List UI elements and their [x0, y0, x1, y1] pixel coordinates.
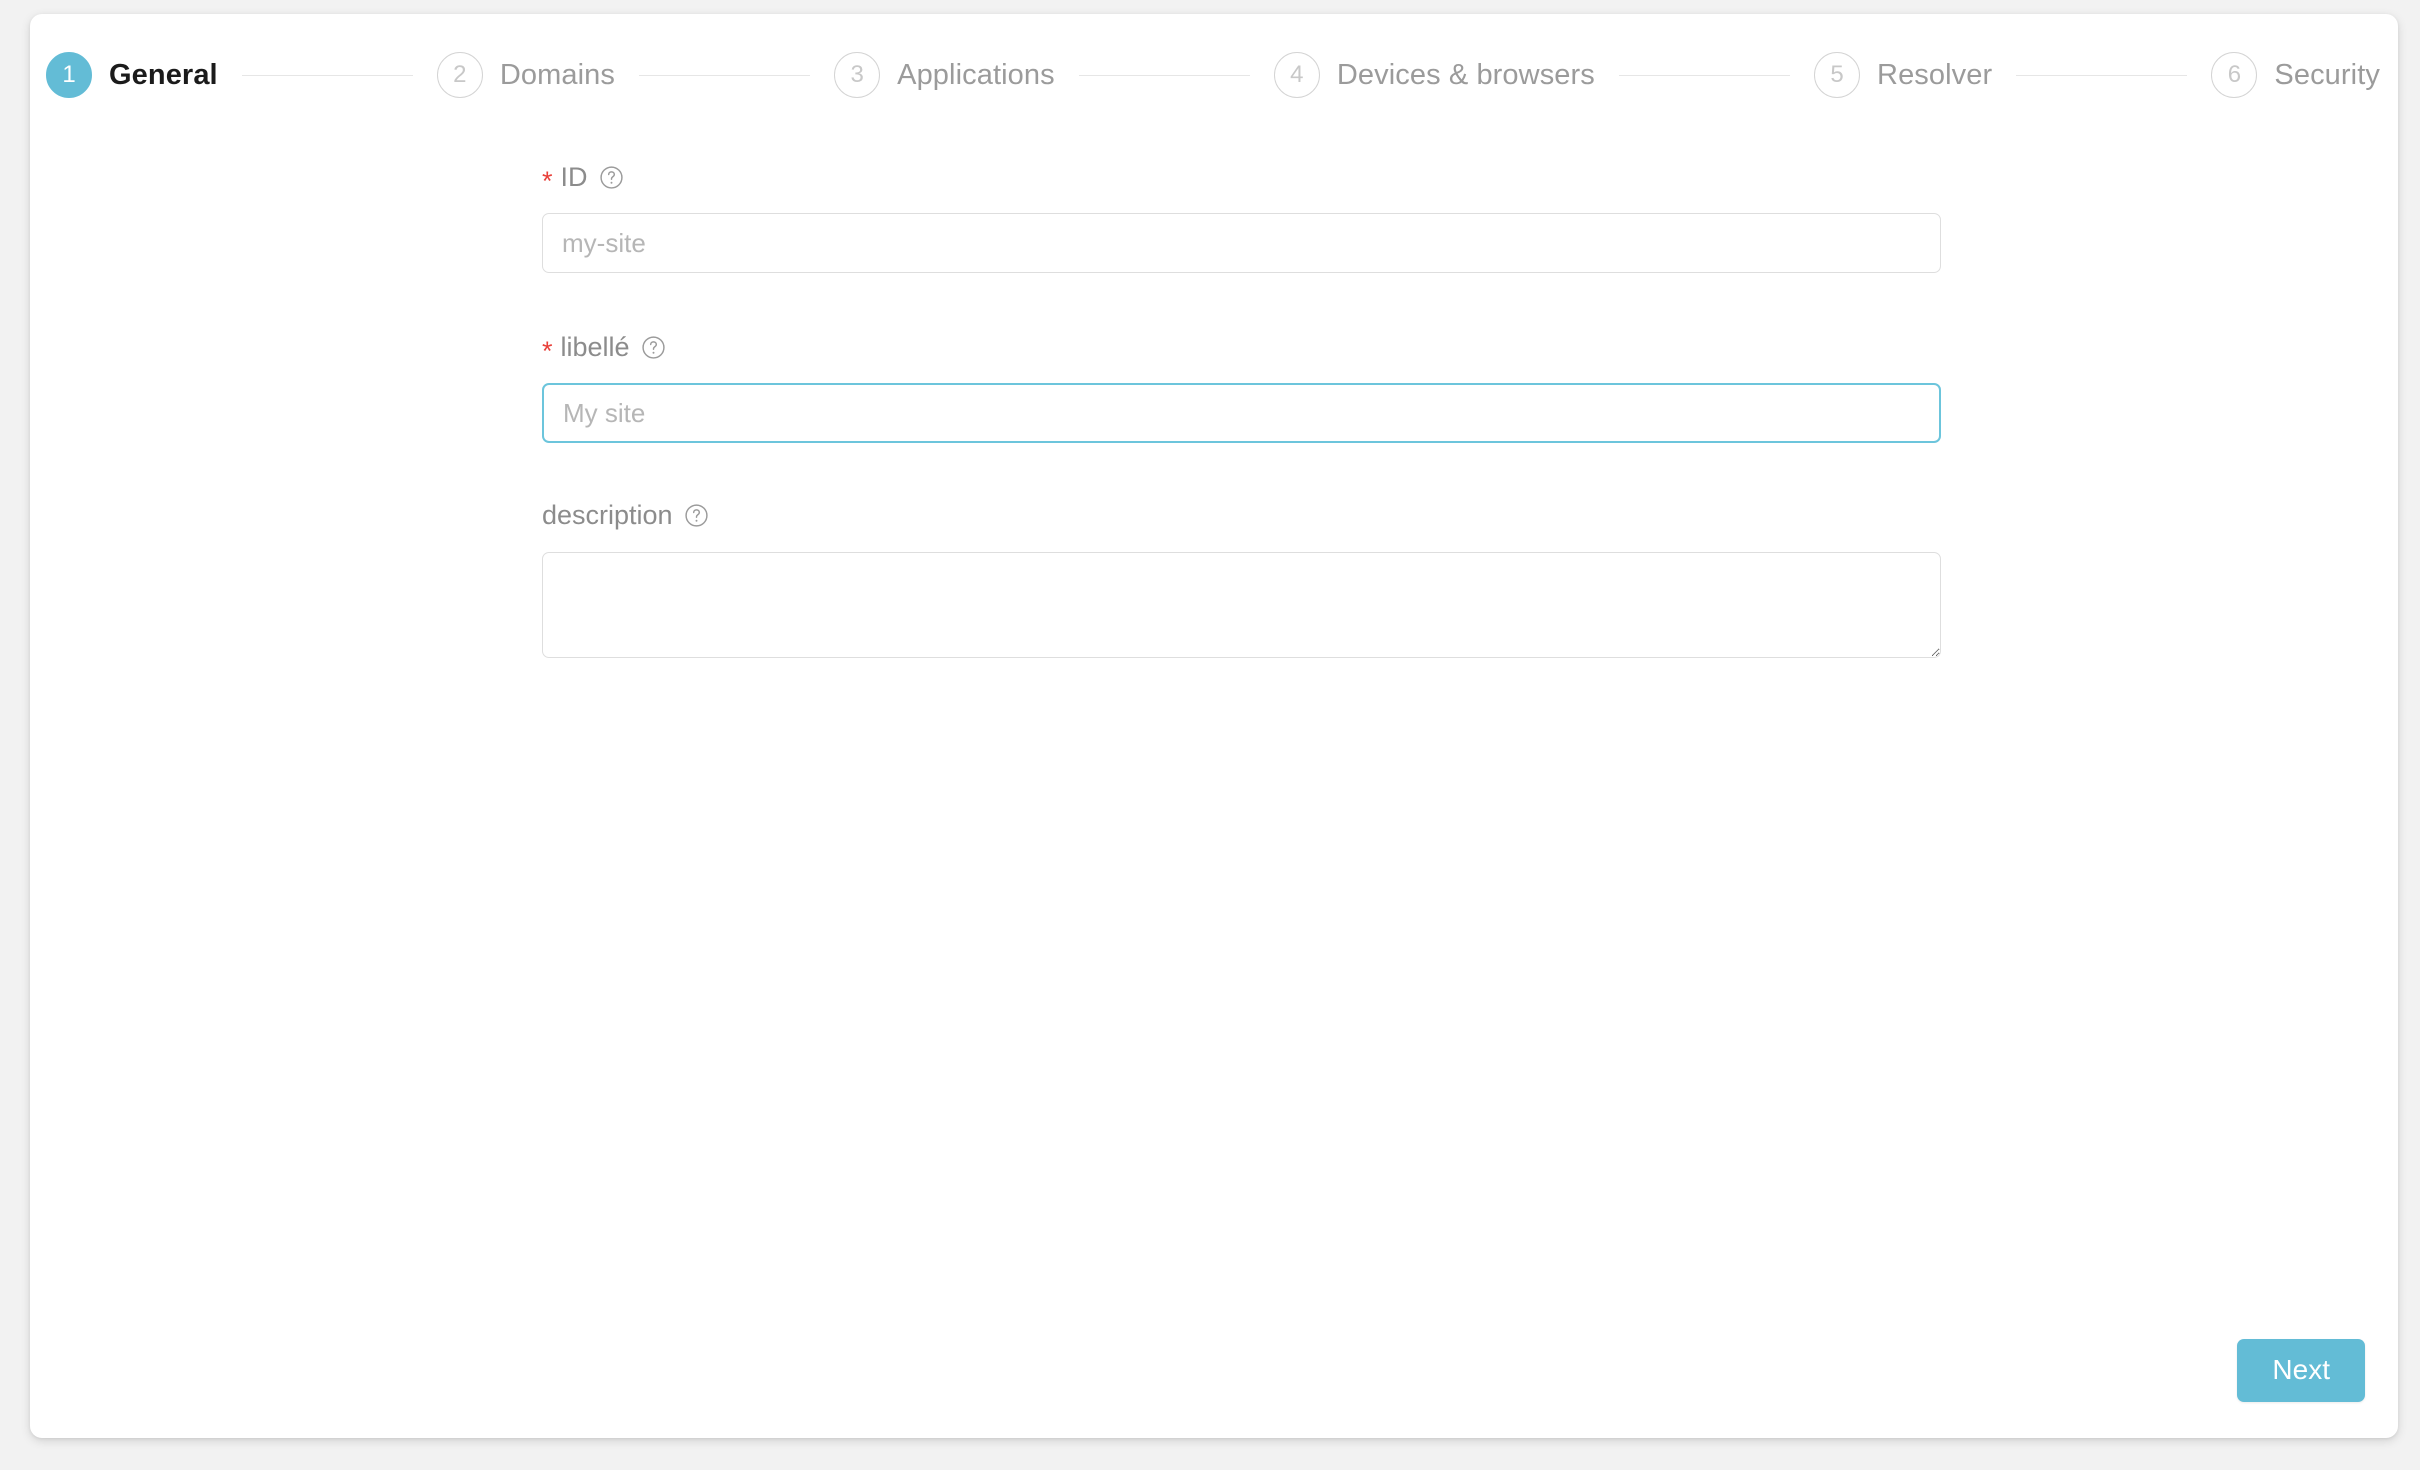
libelle-input[interactable] — [542, 383, 1941, 443]
step-resolver-label: Resolver — [1877, 58, 1993, 91]
step-domains-label: Domains — [499, 58, 615, 91]
help-circle-icon[interactable] — [599, 165, 624, 190]
help-circle-icon[interactable] — [641, 335, 666, 360]
step-connector-1 — [241, 74, 413, 76]
step-devices-browsers[interactable]: 4 Devices & browsers — [1273, 52, 1595, 98]
step-general-badge: 1 — [46, 52, 92, 98]
id-label-text: ID — [560, 161, 588, 192]
libelle-field-group: * libellé — [542, 330, 1941, 443]
step-connector-3 — [1078, 74, 1250, 76]
libelle-field-label: * libellé — [542, 330, 1941, 364]
step-security[interactable]: 6 Security — [2211, 52, 2380, 98]
description-field-group: description — [542, 498, 1941, 658]
step-resolver[interactable]: 5 Resolver — [1814, 52, 1992, 98]
step-devices-browsers-badge: 4 — [1273, 52, 1320, 98]
libelle-label-text: libellé — [560, 331, 630, 362]
wizard-stepper: 1 General 2 Domains 3 Applications 4 Dev… — [30, 14, 2398, 136]
step-security-badge: 6 — [2211, 52, 2258, 98]
step-general[interactable]: 1 General — [46, 52, 218, 98]
step-applications-badge: 3 — [834, 52, 881, 98]
description-textarea[interactable] — [542, 552, 1941, 658]
step-resolver-badge: 5 — [1814, 52, 1861, 98]
wizard-footer: Next — [2237, 1339, 2365, 1402]
step-general-label: General — [109, 58, 218, 91]
step-domains-badge: 2 — [436, 52, 483, 98]
next-button[interactable]: Next — [2237, 1339, 2365, 1402]
step-connector-2 — [638, 74, 811, 76]
step-connector-4 — [1618, 74, 1791, 76]
step-domains[interactable]: 2 Domains — [436, 52, 615, 98]
wizard-card: 1 General 2 Domains 3 Applications 4 Dev… — [30, 14, 2398, 1438]
id-field-label: * ID — [542, 160, 1941, 194]
description-label-text: description — [542, 499, 673, 530]
page-background: 1 General 2 Domains 3 Applications 4 Dev… — [0, 0, 2420, 1470]
help-circle-icon[interactable] — [684, 503, 709, 528]
required-asterisk: * — [542, 335, 553, 366]
step-connector-5 — [2016, 74, 2188, 76]
step-applications-label: Applications — [897, 58, 1055, 91]
id-input[interactable] — [542, 213, 1941, 273]
description-field-label: description — [542, 498, 1941, 532]
required-asterisk: * — [542, 165, 553, 196]
step-security-label: Security — [2274, 58, 2380, 91]
general-form: * ID * libellé — [542, 160, 1941, 658]
step-applications[interactable]: 3 Applications — [834, 52, 1055, 98]
step-devices-browsers-label: Devices & browsers — [1336, 58, 1595, 91]
id-field-group: * ID — [542, 160, 1941, 273]
form-gap-2 — [542, 443, 1941, 498]
form-gap-1 — [542, 273, 1941, 330]
